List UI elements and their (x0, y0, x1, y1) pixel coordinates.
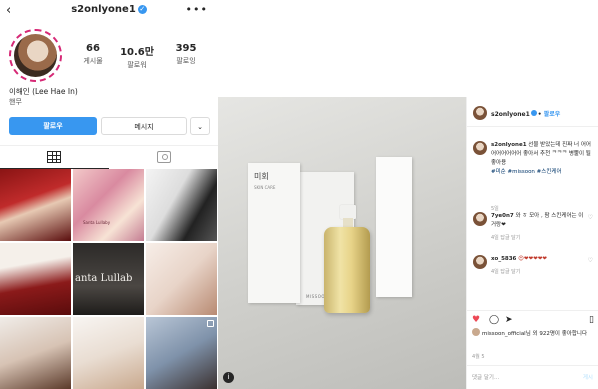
grid-post[interactable] (146, 243, 217, 315)
likes-summary[interactable]: missoon_official님 외 922명이 좋아합니다 (472, 328, 596, 338)
comment-avatar[interactable] (473, 255, 487, 269)
likes-text: missoon_official님 외 922명이 좋아합니다 (482, 331, 587, 337)
comment-input[interactable]: 댓글 달기... (472, 373, 499, 381)
stat-following-value: 395 (175, 43, 197, 54)
profile-full-name: 이해인 (Lee Hae In) (9, 87, 78, 96)
comment-text: xo_5836 😍❤❤❤❤❤ (491, 255, 587, 264)
post-timestamp: 4월 5 (472, 354, 485, 360)
profile-panel: ‹ s2onlyone1 ✓ ••• 66 게시물 10.6만 팔로워 395 팔… (0, 0, 218, 389)
grid-post[interactable] (0, 243, 71, 315)
caption-time: 5일 (491, 206, 499, 212)
grid-post[interactable]: anta Lullab (73, 243, 144, 315)
comment-text: 7ye0n7 와 ㅎ 모아 , 팜 스킨케어는 이거랑❤ (491, 212, 587, 230)
post-actions: ♥ ◯ ➤ ▯ (467, 310, 598, 325)
comment-username[interactable]: xo_5836 (491, 256, 516, 262)
grid-icon[interactable] (47, 151, 61, 163)
stat-followers-value: 10.6만 (120, 47, 154, 58)
grid-post[interactable] (73, 317, 144, 389)
grid-post-caption: anta Lullab (75, 273, 133, 284)
verified-badge-icon (530, 110, 537, 116)
multiple-photos-icon (207, 320, 214, 327)
comment-meta[interactable]: 4일 답글 달기 (491, 268, 520, 275)
tagged-icon[interactable] (157, 151, 171, 163)
caption-avatar[interactable] (473, 141, 487, 155)
follow-button[interactable]: 팔로우 (9, 117, 97, 135)
caption-username[interactable]: s2onlyone1 (491, 142, 527, 148)
comment-avatar[interactable] (473, 212, 487, 226)
post-comment-button[interactable]: 게시 (583, 373, 593, 381)
suggested-dropdown-button[interactable]: ⌄ (190, 117, 210, 135)
liker-avatar (472, 328, 480, 336)
profile-bio: 핸무 (9, 98, 22, 106)
stat-following-label: 팔로잉 (176, 57, 196, 65)
product-bottle (324, 227, 370, 313)
comment-username[interactable]: 7ye0n7 (491, 213, 514, 219)
stat-posts-value: 66 (86, 43, 100, 54)
verified-badge-icon: ✓ (137, 5, 147, 14)
grid-post[interactable] (0, 317, 71, 389)
profile-tabbar (0, 145, 218, 169)
avatar-image (14, 34, 57, 77)
add-comment-bar: 댓글 달기... 게시 (467, 365, 598, 389)
user-tag-icon[interactable]: i (223, 372, 234, 383)
stat-followers-label: 팔로워 (127, 61, 147, 69)
share-icon[interactable]: ➤ (505, 316, 513, 325)
grid-post[interactable] (146, 317, 217, 389)
comment-body: 😍❤❤❤❤❤ (518, 256, 547, 262)
caption-text: s2onlyone1 선물 받았는데 진짜 너 어어어어어어어어 좋아서 추천 … (491, 141, 595, 177)
profile-avatar[interactable] (9, 29, 62, 82)
post-header: s2onlyone1 • 팔로우 (467, 97, 598, 127)
box-sublabel: SKIN CARE (254, 185, 276, 190)
caption-hashtags[interactable]: #미순 #missoon #스킨케어 (491, 169, 562, 175)
bottle-cap (340, 205, 356, 219)
posts-grid: Santa Lullaby anta Lullab (0, 169, 218, 389)
product-box-right (376, 157, 412, 297)
post-panel: s2onlyone1 • 팔로우 s2onlyone1 선물 받았는데 진짜 너 … (466, 97, 598, 389)
profile-topbar: ‹ s2onlyone1 ✓ ••• (0, 0, 218, 26)
more-dots-icon[interactable]: ••• (186, 3, 208, 16)
post-author-username[interactable]: s2onlyone1 (491, 111, 530, 118)
message-button[interactable]: 메시지 (101, 117, 187, 135)
comment-meta[interactable]: 4일 답글 달기 (491, 234, 520, 241)
grid-post[interactable] (0, 169, 71, 241)
heart-icon[interactable]: ♥ (472, 316, 480, 325)
stat-followers[interactable]: 10.6만 팔로워 (112, 43, 162, 70)
grid-post[interactable]: Santa Lullaby (73, 169, 144, 241)
stat-following[interactable]: 395 팔로잉 (161, 43, 211, 66)
grid-post-caption: Santa Lullaby (83, 220, 111, 225)
post-author-avatar[interactable] (473, 106, 487, 120)
comment-like-icon[interactable]: ♡ (588, 257, 593, 264)
post-author: s2onlyone1 • 팔로우 (491, 110, 561, 118)
product-box-left: 미회 SKIN CARE (248, 163, 300, 303)
stat-posts-label: 게시물 (83, 57, 103, 65)
post-photo[interactable]: MISSOON 미회 SKIN CARE i (218, 97, 466, 389)
profile-username: s2onlyone1 (71, 4, 136, 15)
bookmark-icon[interactable]: ▯ (589, 316, 594, 325)
grid-post[interactable] (146, 169, 217, 241)
comment-like-icon[interactable]: ♡ (588, 214, 593, 221)
post-follow-button[interactable]: 팔로우 (544, 111, 561, 118)
stat-posts[interactable]: 66 게시물 (68, 43, 118, 66)
comment-icon[interactable]: ◯ (489, 316, 499, 325)
box-label: 미회 (254, 172, 269, 181)
